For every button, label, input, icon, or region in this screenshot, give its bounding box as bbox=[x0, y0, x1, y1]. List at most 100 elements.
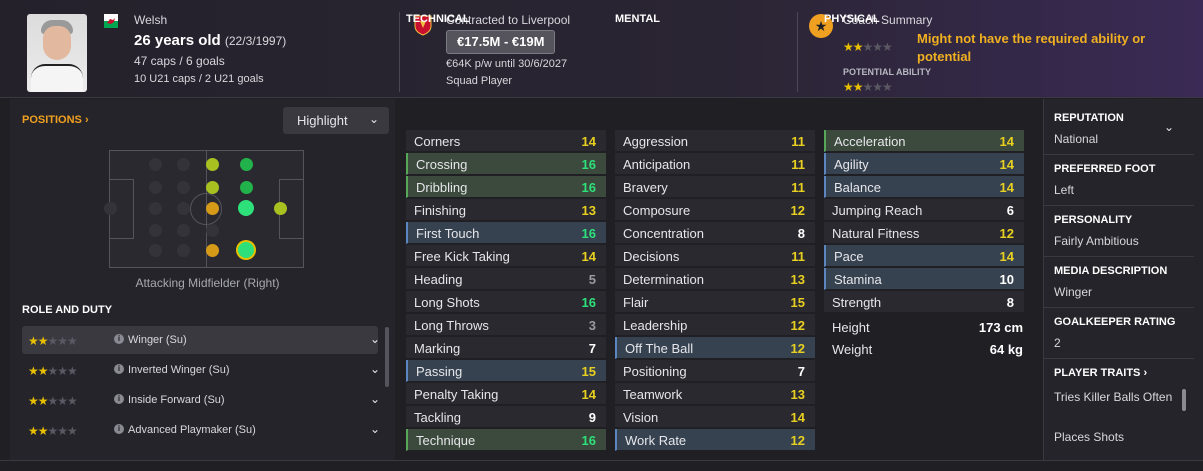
attribute-row[interactable]: Long Throws 3 bbox=[406, 314, 606, 336]
attribute-row[interactable]: Anticipation 11 bbox=[615, 153, 815, 175]
reputation-value: National bbox=[1054, 132, 1099, 146]
attribute-row[interactable]: Crossing 16 bbox=[406, 153, 606, 175]
position-dot[interactable] bbox=[177, 181, 190, 194]
position-dot[interactable] bbox=[177, 224, 190, 237]
mental-title: MENTAL bbox=[615, 13, 661, 25]
position-dot[interactable] bbox=[206, 202, 219, 215]
positions-link[interactable]: POSITIONS › bbox=[22, 114, 89, 126]
attribute-row[interactable]: Jumping Reach 6 bbox=[824, 199, 1024, 221]
attribute-row[interactable]: Acceleration 14 bbox=[824, 130, 1024, 152]
attribute-row[interactable]: Pace 14 bbox=[824, 245, 1024, 267]
attribute-row[interactable]: Tackling 9 bbox=[406, 406, 606, 428]
coach-note: Might not have the required ability or p… bbox=[917, 31, 1146, 64]
info-icon[interactable]: i bbox=[114, 394, 124, 404]
role-row[interactable]: ★★★★★ i Advanced Playmaker (Su) ⌄ bbox=[22, 416, 380, 444]
attribute-row[interactable]: Corners 14 bbox=[406, 130, 606, 152]
attribute-row[interactable]: Free Kick Taking 14 bbox=[406, 245, 606, 267]
selected-position-dot[interactable] bbox=[238, 242, 254, 258]
player-info-panel: REPUTATION ⌄ National PREFERRED FOOT Lef… bbox=[1043, 99, 1203, 471]
position-label: Attacking Midfielder (Right) bbox=[135, 276, 280, 290]
personality-value: Fairly Ambitious bbox=[1054, 234, 1139, 248]
position-dot[interactable] bbox=[177, 202, 190, 215]
position-dot[interactable] bbox=[240, 158, 253, 171]
position-dot[interactable] bbox=[149, 224, 162, 237]
attribute-row[interactable]: Penalty Taking 14 bbox=[406, 383, 606, 405]
position-dot[interactable] bbox=[177, 158, 190, 171]
attribute-row[interactable]: Balance 14 bbox=[824, 176, 1024, 198]
attribute-row[interactable]: Technique 16 bbox=[406, 429, 606, 451]
attribute-row[interactable]: Leadership 12 bbox=[615, 314, 815, 336]
position-dot[interactable] bbox=[238, 200, 254, 216]
bottom-bar bbox=[0, 460, 1203, 471]
info-icon[interactable]: i bbox=[114, 364, 124, 374]
attribute-row[interactable]: Long Shots 16 bbox=[406, 291, 606, 313]
reputation-label: REPUTATION bbox=[1054, 112, 1124, 124]
role-name: Advanced Playmaker (Su) bbox=[128, 424, 256, 436]
position-dot[interactable] bbox=[149, 158, 162, 171]
position-dot[interactable] bbox=[149, 244, 162, 257]
position-dot[interactable] bbox=[206, 181, 219, 194]
attribute-row[interactable]: Passing 15 bbox=[406, 360, 606, 382]
attribute-row[interactable]: Bravery 11 bbox=[615, 176, 815, 198]
attribute-row[interactable]: Natural Fitness 12 bbox=[824, 222, 1024, 244]
attribute-row[interactable]: Marking 7 bbox=[406, 337, 606, 359]
attribute-row[interactable]: Heading 5 bbox=[406, 268, 606, 290]
position-dot[interactable] bbox=[149, 181, 162, 194]
position-dot[interactable] bbox=[206, 224, 219, 237]
attribute-row[interactable]: Concentration 8 bbox=[615, 222, 815, 244]
current-ability-stars: ★★★★★ bbox=[843, 40, 893, 54]
nationality: Welsh bbox=[134, 13, 168, 27]
position-dot[interactable] bbox=[206, 158, 219, 171]
position-dot[interactable] bbox=[104, 202, 117, 215]
wage-info: €64K p/w until 30/6/2027 bbox=[446, 58, 568, 70]
attribute-row[interactable]: Off The Ball 12 bbox=[615, 337, 815, 359]
attribute-row[interactable]: Composure 12 bbox=[615, 199, 815, 221]
attribute-row[interactable]: Decisions 11 bbox=[615, 245, 815, 267]
chevron-down-icon[interactable]: ⌄ bbox=[370, 392, 380, 406]
attribute-row[interactable]: Stamina 10 bbox=[824, 268, 1024, 290]
roles-scrollbar[interactable] bbox=[385, 327, 389, 387]
role-row[interactable]: ★★★★★ i Inverted Winger (Su) ⌄ bbox=[22, 356, 380, 384]
position-dot[interactable] bbox=[206, 244, 219, 257]
attribute-row[interactable]: Flair 15 bbox=[615, 291, 815, 313]
technical-title: TECHNICAL bbox=[406, 13, 470, 25]
weight-value: 64 kg bbox=[989, 342, 1023, 357]
attribute-row[interactable]: Positioning 7 bbox=[615, 360, 815, 382]
attribute-row[interactable]: Finishing 13 bbox=[406, 199, 606, 221]
attribute-row[interactable]: Vision 14 bbox=[615, 406, 815, 428]
role-stars: ★★★★★ bbox=[28, 394, 78, 408]
role-row[interactable]: ★★★★★ i Inside Forward (Su) ⌄ bbox=[22, 386, 380, 414]
chevron-down-icon[interactable]: ⌄ bbox=[370, 422, 380, 436]
attribute-row[interactable]: Teamwork 13 bbox=[615, 383, 815, 405]
highlight-dropdown[interactable]: Highlight ⌄ bbox=[283, 107, 389, 134]
traits-scrollbar[interactable] bbox=[1182, 389, 1186, 411]
potential-ability-stars: ★★★★★ bbox=[843, 80, 893, 94]
position-pitch bbox=[104, 150, 304, 268]
player-value-badge[interactable]: €17.5M - €19M bbox=[446, 30, 556, 54]
role-row[interactable]: ★★★★★ i Winger (Su) ⌄ bbox=[22, 326, 380, 354]
attribute-row[interactable]: Aggression 11 bbox=[615, 130, 815, 152]
role-name: Inside Forward (Su) bbox=[128, 394, 225, 406]
chevron-down-icon[interactable]: ⌄ bbox=[370, 332, 380, 346]
position-dot[interactable] bbox=[240, 181, 253, 194]
info-icon[interactable]: i bbox=[114, 334, 124, 344]
player-age: 26 years old (22/3/1997) bbox=[134, 32, 286, 49]
role-name: Inverted Winger (Su) bbox=[128, 364, 230, 376]
attribute-row[interactable]: Work Rate 12 bbox=[615, 429, 815, 451]
attribute-row[interactable]: Dribbling 16 bbox=[406, 176, 606, 198]
player-traits-link[interactable]: PLAYER TRAITS › bbox=[1054, 367, 1147, 379]
position-dot[interactable] bbox=[149, 202, 162, 215]
physical-title: PHYSICAL bbox=[824, 13, 880, 25]
player-header: Welsh 26 years old (22/3/1997) 47 caps /… bbox=[0, 0, 1203, 98]
weight-label: Weight bbox=[832, 342, 873, 357]
info-icon[interactable]: i bbox=[114, 424, 124, 434]
attribute-row[interactable]: Agility 14 bbox=[824, 153, 1024, 175]
attribute-row[interactable]: Determination 13 bbox=[615, 268, 815, 290]
attribute-row[interactable]: First Touch 16 bbox=[406, 222, 606, 244]
chevron-down-icon[interactable]: ⌄ bbox=[1164, 120, 1174, 134]
attribute-row[interactable]: Strength 8 bbox=[824, 291, 1024, 313]
position-dot[interactable] bbox=[177, 244, 190, 257]
position-dot[interactable] bbox=[274, 202, 287, 215]
chevron-down-icon[interactable]: ⌄ bbox=[370, 362, 380, 376]
height-label: Height bbox=[832, 320, 870, 335]
